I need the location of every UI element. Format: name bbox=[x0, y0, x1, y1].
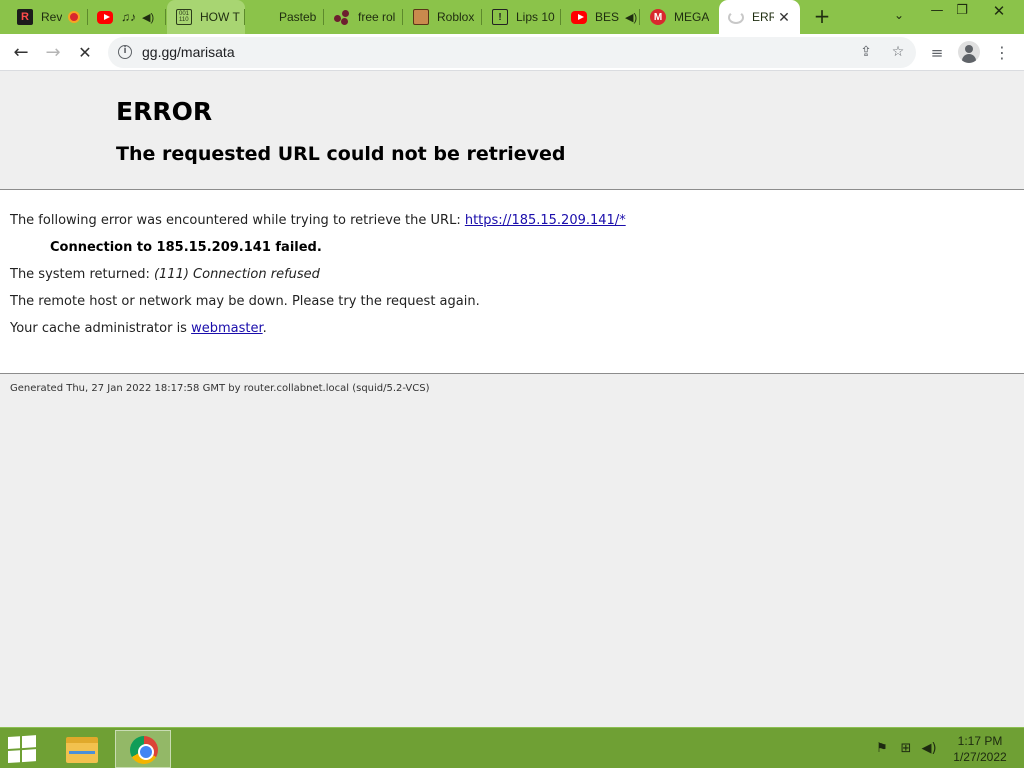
site-info-icon[interactable]: i bbox=[118, 45, 132, 59]
file-explorer-icon bbox=[66, 737, 98, 763]
tab-title: Rev bbox=[41, 10, 63, 24]
menu-kebab-icon[interactable]: ⋮ bbox=[990, 41, 1014, 65]
system-returned-line: The system returned: (111) Connection re… bbox=[10, 267, 320, 282]
loading-spinner-icon bbox=[728, 10, 744, 24]
error-body: The following error was encountered whil… bbox=[0, 190, 1024, 374]
tab-search-chevron-icon[interactable]: ⌄ bbox=[890, 8, 908, 26]
file-explorer-button[interactable] bbox=[54, 730, 110, 768]
blank-icon bbox=[255, 9, 271, 25]
character-icon bbox=[413, 9, 429, 25]
bookmark-star-icon[interactable]: ☆ bbox=[888, 42, 908, 62]
tab-title: MEGA bbox=[674, 10, 710, 24]
tab-title: Lips 10 bbox=[516, 10, 555, 24]
tab-title: HOW T bbox=[200, 10, 240, 24]
speaker-icon[interactable]: ◀) bbox=[142, 11, 154, 24]
windows-start-icon[interactable] bbox=[8, 735, 38, 764]
tab-music[interactable]: ♫♪ ◀) bbox=[88, 0, 166, 34]
mega-icon: M bbox=[650, 9, 666, 25]
tab-pastebin[interactable]: Pasteb bbox=[246, 0, 324, 34]
tab-strip: R Rev ♫♪ ◀) 001 110 HOW T Pasteb free rol… bbox=[0, 0, 1024, 34]
webmaster-link[interactable]: webmaster bbox=[191, 321, 263, 336]
stop-loading-icon[interactable]: ✕ bbox=[73, 41, 97, 65]
system-clock[interactable]: 1:17 PM 1/27/2022 bbox=[940, 733, 1020, 765]
tab-title: Pasteb bbox=[279, 10, 317, 24]
forward-arrow-icon[interactable]: → bbox=[41, 41, 65, 65]
tab-free-rol[interactable]: free rol bbox=[325, 0, 403, 34]
phone-icon: ! bbox=[492, 9, 508, 25]
speaker-icon[interactable]: ◀) bbox=[625, 11, 637, 24]
address-bar[interactable]: i gg.gg/marisata ⇪ ☆ bbox=[108, 37, 916, 68]
browser-toolbar: ← → ✕ i gg.gg/marisata ⇪ ☆ ≡ ⋮ bbox=[0, 34, 1024, 71]
page-content: ERROR The requested URL could not be ret… bbox=[0, 72, 1024, 727]
failure-message: Connection to 185.15.209.141 failed. bbox=[50, 240, 322, 255]
recording-icon bbox=[68, 11, 81, 23]
cache-admin-suffix: . bbox=[262, 321, 267, 336]
dots-icon bbox=[334, 9, 350, 25]
close-window-icon[interactable]: ✕ bbox=[984, 2, 1014, 20]
clock-date: 1/27/2022 bbox=[953, 750, 1007, 764]
tab-rev[interactable]: R Rev bbox=[8, 0, 88, 34]
close-tab-icon[interactable]: ✕ bbox=[776, 9, 792, 25]
profile-avatar-icon[interactable] bbox=[958, 41, 980, 63]
volume-icon[interactable]: ◀) bbox=[921, 741, 937, 757]
tab-title: BES bbox=[595, 10, 620, 24]
new-tab-button[interactable]: + bbox=[810, 5, 834, 29]
network-icon[interactable]: ⊞ bbox=[898, 741, 914, 757]
generated-footer: Generated Thu, 27 Jan 2022 18:17:58 GMT … bbox=[10, 383, 430, 394]
tab-lips[interactable]: ! Lips 10 bbox=[483, 0, 561, 34]
page-subtitle: The requested URL could not be retrieved bbox=[116, 143, 566, 165]
document-icon: 001 110 bbox=[176, 9, 192, 25]
requested-url-link[interactable]: https://185.15.209.141/* bbox=[465, 213, 626, 228]
tab-mega[interactable]: M MEGA bbox=[641, 0, 719, 34]
back-arrow-icon[interactable]: ← bbox=[9, 41, 33, 65]
cache-admin-line: Your cache administrator is webmaster. bbox=[10, 321, 267, 336]
system-returned-label: The system returned: bbox=[10, 267, 154, 282]
system-returned-value: (111) Connection refused bbox=[153, 267, 320, 282]
tab-title: ♫♪ bbox=[121, 10, 136, 24]
error-header: ERROR The requested URL could not be ret… bbox=[0, 72, 1024, 190]
reddit-r-icon: R bbox=[17, 9, 33, 25]
media-queue-icon[interactable]: ≡ bbox=[925, 41, 949, 65]
youtube-icon bbox=[571, 10, 587, 24]
tab-error-active[interactable]: ERR ✕ bbox=[719, 0, 800, 34]
clock-time: 1:17 PM bbox=[957, 734, 1003, 748]
remote-host-note: The remote host or network may be down. … bbox=[10, 294, 480, 309]
intro-text: The following error was encountered whil… bbox=[10, 213, 465, 228]
chrome-icon bbox=[130, 736, 158, 764]
taskbar: ⚑ ⊞ ◀) 1:17 PM 1/27/2022 bbox=[0, 727, 1024, 768]
intro-line: The following error was encountered whil… bbox=[10, 213, 626, 228]
tab-how[interactable]: 001 110 HOW T bbox=[167, 0, 245, 34]
restore-icon[interactable]: ❐ bbox=[947, 2, 977, 20]
tab-title: ERR bbox=[752, 10, 774, 24]
tab-roblox[interactable]: Roblox bbox=[404, 0, 482, 34]
cache-admin-label: Your cache administrator is bbox=[10, 321, 192, 336]
chrome-taskbar-button[interactable] bbox=[115, 730, 171, 768]
tab-bes[interactable]: BES ◀) bbox=[562, 0, 640, 34]
page-title: ERROR bbox=[116, 97, 213, 126]
share-icon[interactable]: ⇪ bbox=[856, 42, 876, 62]
youtube-icon bbox=[97, 10, 113, 24]
tab-title: free rol bbox=[358, 10, 396, 24]
address-url[interactable]: gg.gg/marisata bbox=[142, 44, 235, 60]
tab-title: Roblox bbox=[437, 10, 475, 24]
flag-alert-icon[interactable]: ⚑ bbox=[874, 741, 890, 757]
